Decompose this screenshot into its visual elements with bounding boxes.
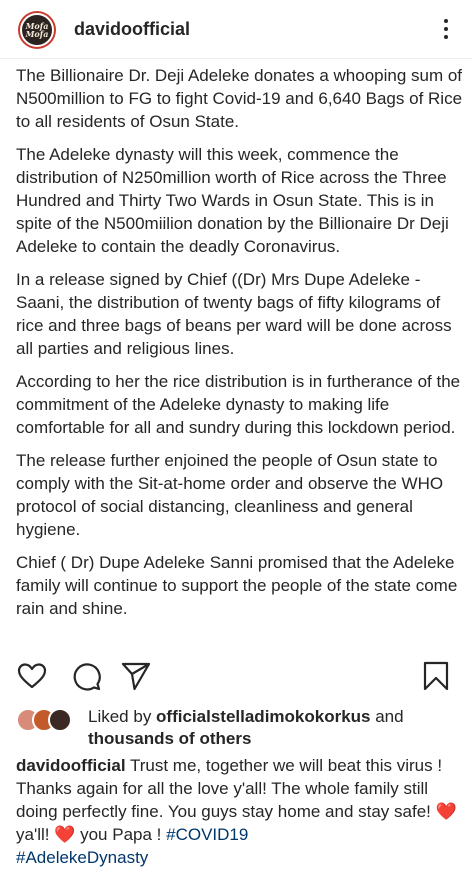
article-paragraph: The Adeleke dynasty will this week, comm… — [16, 145, 449, 256]
more-options-icon[interactable] — [434, 13, 458, 45]
caption-text: you Papa ! — [75, 825, 167, 844]
avatar-logo-line2: Mofa — [25, 29, 49, 39]
article-paragraph: Chief ( Dr) Dupe Adeleke Sanni promised … — [16, 553, 458, 618]
post-header: Mofa Mofa davidoofficial — [0, 0, 472, 59]
heart-outline-icon[interactable] — [16, 660, 48, 692]
liker-avatar — [48, 708, 72, 732]
comment-bubble-icon[interactable] — [70, 660, 102, 692]
liked-by-user[interactable]: officialstelladimokokorkus — [156, 707, 370, 726]
article-paragraph: According to her the rice distribution i… — [16, 372, 461, 437]
avatar-logo: Mofa Mofa — [20, 13, 54, 47]
post-image-text: The Billionaire Dr. Deji Adeleke donates… — [16, 64, 464, 630]
liker-avatars[interactable] — [16, 708, 78, 732]
post-username[interactable]: davidoofficial — [74, 19, 190, 40]
avatar[interactable]: Mofa Mofa — [18, 11, 56, 49]
liked-by-text: Liked by officialstelladimokokorkus and t… — [16, 706, 460, 750]
bookmark-icon[interactable] — [420, 660, 452, 692]
caption-text: ya'll! — [16, 825, 55, 844]
post-actions-bar — [0, 656, 472, 696]
liked-by-others[interactable]: thousands of others — [88, 729, 251, 748]
article-paragraph: The Billionaire Dr. Deji Adeleke donates… — [16, 66, 463, 131]
liked-by-prefix: Liked by — [88, 707, 157, 726]
likes-summary: Liked by officialstelladimokokorkus and t… — [16, 706, 460, 750]
hashtag-link[interactable]: #AdelekeDynasty — [16, 848, 148, 867]
liked-by-middle: and — [370, 707, 404, 726]
hashtag-link[interactable]: #COVID19 — [166, 825, 248, 844]
article-paragraph: In a release signed by Chief ((Dr) Mrs D… — [16, 270, 452, 358]
heart-emoji: ❤️ — [54, 825, 76, 844]
article-paragraph: The release further enjoined the people … — [16, 451, 444, 539]
heart-emoji: ❤️ — [435, 802, 457, 821]
caption-author[interactable]: davidoofficial — [16, 756, 126, 775]
post-caption: davidoofficial Trust me, together we wil… — [16, 754, 460, 869]
paper-plane-icon[interactable] — [120, 660, 152, 692]
